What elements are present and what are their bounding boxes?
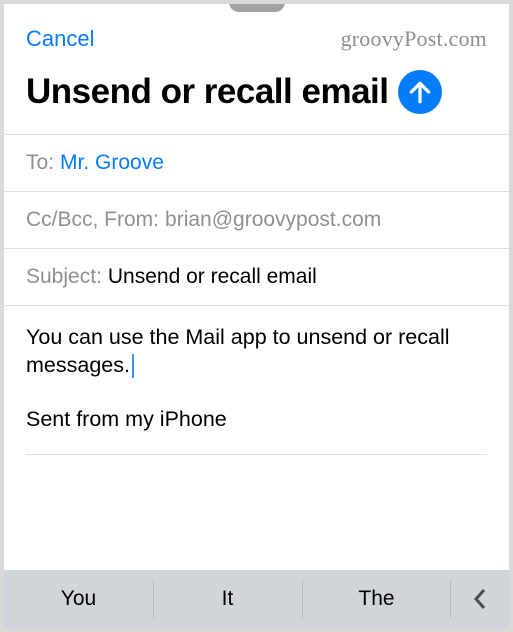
keyboard-suggestion-1[interactable]: You — [4, 570, 153, 628]
text-cursor — [132, 354, 134, 378]
to-label: To: — [26, 151, 54, 175]
arrow-up-icon — [407, 79, 433, 105]
signature: Sent from my iPhone — [26, 406, 487, 434]
compose-title: Unsend or recall email — [26, 74, 388, 111]
watermark-text: groovyPost.com — [341, 26, 487, 52]
to-recipient[interactable]: Mr. Groove — [60, 151, 164, 175]
subject-field[interactable]: Subject: Unsend or recall email — [4, 248, 509, 305]
keyboard-suggestion-3[interactable]: The — [302, 570, 451, 628]
chevron-left-icon — [472, 587, 488, 611]
ccbcc-from-field[interactable]: Cc/Bcc, From: brian@groovypost.com — [4, 191, 509, 248]
to-field[interactable]: To: Mr. Groove — [4, 134, 509, 191]
ccbcc-label: Cc/Bcc, From: — [26, 208, 159, 232]
keyboard-suggestion-bar: You It The — [4, 570, 509, 628]
from-address: brian@groovypost.com — [165, 208, 381, 232]
subject-label: Subject: — [26, 265, 102, 289]
cancel-button[interactable]: Cancel — [26, 26, 94, 52]
sheet-grabber[interactable] — [229, 0, 285, 12]
keyboard-collapse-button[interactable] — [451, 570, 509, 628]
subject-value: Unsend or recall email — [108, 265, 317, 289]
message-body[interactable]: You can use the Mail app to unsend or re… — [4, 305, 509, 455]
body-text: You can use the Mail app to unsend or re… — [26, 325, 450, 377]
keyboard-suggestion-2[interactable]: It — [153, 570, 302, 628]
send-button[interactable] — [398, 70, 442, 114]
